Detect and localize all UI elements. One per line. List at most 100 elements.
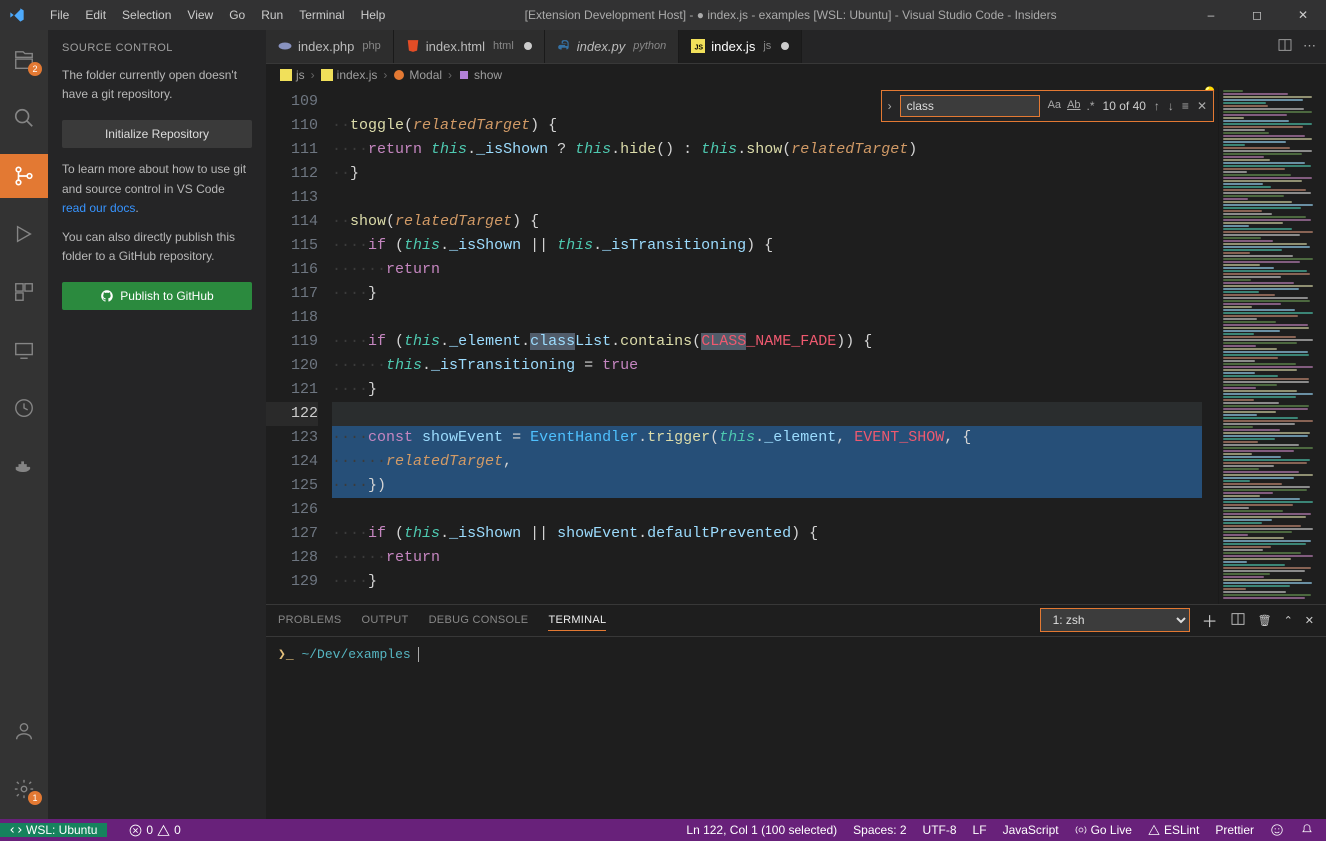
scm-message-no-repo: The folder currently open doesn't have a… — [62, 66, 252, 104]
tab-debug-console[interactable]: DEBUG CONSOLE — [429, 614, 529, 626]
maximize-button[interactable]: ◻ — [1234, 0, 1280, 30]
find-widget: › Aa Ab .* 10 of 40 ↑ ↓ ≡ ✕ — [881, 90, 1214, 122]
status-bar: WSL: Ubuntu 0 0 Ln 122, Col 1 (100 selec… — [0, 819, 1326, 841]
scm-publish-hint: You can also directly publish this folde… — [62, 228, 252, 266]
find-next-icon[interactable]: ↓ — [1168, 99, 1174, 113]
breadcrumbs[interactable]: js › index.js › Modal › show — [266, 64, 1326, 86]
status-eslint[interactable]: ESLint — [1148, 823, 1199, 837]
find-input[interactable] — [900, 95, 1040, 117]
minimize-button[interactable]: – — [1188, 0, 1234, 30]
breadcrumb-item[interactable]: index.js — [321, 68, 378, 82]
regex-icon[interactable]: .* — [1087, 99, 1095, 113]
read-docs-link[interactable]: read our docs — [62, 201, 135, 215]
tab-lang: html — [493, 40, 514, 52]
titlebar: File Edit Selection View Go Run Terminal… — [0, 0, 1326, 30]
tab-label: index.py — [577, 39, 625, 54]
status-prettier[interactable]: Prettier — [1215, 823, 1254, 837]
prompt-symbol: ❯_ — [278, 647, 294, 662]
tab-problems[interactable]: PROBLEMS — [278, 614, 342, 626]
breadcrumb-item[interactable]: Modal — [393, 68, 442, 82]
editor-area: index.phpphp index.htmlhtml index.py pyth… — [266, 30, 1326, 819]
status-cursor[interactable]: Ln 122, Col 1 (100 selected) — [686, 823, 837, 837]
code-editor[interactable]: 1091101111121131141151161171181191201211… — [266, 86, 1326, 604]
more-actions-icon[interactable]: ⋯ — [1303, 38, 1316, 54]
window-title: [Extension Development Host] - ● index.j… — [393, 8, 1188, 22]
vscode-logo-icon — [0, 7, 34, 23]
close-button[interactable]: ✕ — [1280, 0, 1326, 30]
prompt-path: ~/Dev/examples — [301, 647, 410, 662]
menu-view[interactable]: View — [179, 2, 221, 28]
tab-lang: php — [362, 40, 380, 52]
activity-timeline-icon[interactable] — [0, 386, 48, 430]
activity-docker-icon[interactable] — [0, 444, 48, 488]
find-results-count: 10 of 40 — [1103, 99, 1146, 113]
initialize-repo-button[interactable]: Initialize Repository — [62, 120, 252, 148]
chevron-right-icon: › — [383, 68, 387, 82]
html-file-icon — [406, 39, 420, 53]
match-case-icon[interactable]: Aa — [1048, 99, 1061, 113]
status-problems[interactable]: 0 0 — [121, 823, 180, 837]
close-panel-icon[interactable]: ✕ — [1305, 614, 1314, 627]
remote-indicator[interactable]: WSL: Ubuntu — [0, 823, 107, 837]
menu-help[interactable]: Help — [353, 2, 394, 28]
panel-tabs: PROBLEMS OUTPUT DEBUG CONSOLE TERMINAL 1… — [266, 605, 1326, 637]
find-prev-icon[interactable]: ↑ — [1154, 99, 1160, 113]
terminal-body[interactable]: ❯_ ~/Dev/examples — [266, 637, 1326, 819]
menu-file[interactable]: File — [42, 2, 77, 28]
publish-github-button[interactable]: Publish to GitHub — [62, 282, 252, 310]
status-golive[interactable]: Go Live — [1075, 823, 1132, 837]
menubar: File Edit Selection View Go Run Terminal… — [42, 2, 393, 28]
activity-scm-icon[interactable] — [0, 154, 48, 198]
editor-tabs: index.phpphp index.htmlhtml index.py pyth… — [266, 30, 1326, 64]
breadcrumb-item[interactable]: show — [458, 68, 502, 82]
activity-search-icon[interactable] — [0, 96, 48, 140]
code-content[interactable]: ··toggle(relatedTarget) {····return this… — [332, 86, 1202, 604]
status-bell-icon[interactable] — [1300, 823, 1314, 837]
menu-run[interactable]: Run — [253, 2, 291, 28]
scm-panel: SOURCE CONTROL The folder currently open… — [48, 30, 266, 819]
tab-index-html[interactable]: index.htmlhtml — [394, 30, 545, 63]
activity-account-icon[interactable] — [0, 709, 48, 753]
maximize-panel-icon[interactable]: ⌃ — [1284, 614, 1293, 627]
find-selection-icon[interactable]: ≡ — [1182, 99, 1189, 113]
match-word-icon[interactable]: Ab — [1067, 99, 1080, 113]
dirty-indicator-icon — [524, 42, 532, 50]
split-terminal-icon[interactable] — [1230, 611, 1246, 630]
tab-lang: js — [763, 40, 771, 52]
status-eol[interactable]: LF — [973, 823, 987, 837]
activity-bar: 2 — [0, 30, 48, 819]
menu-selection[interactable]: Selection — [114, 2, 179, 28]
tab-index-py[interactable]: index.py python — [545, 30, 679, 63]
line-gutter: 1091101111121131141151161171181191201211… — [266, 86, 332, 604]
kill-terminal-icon[interactable]: 🗑 — [1258, 614, 1272, 627]
tab-lang: python — [633, 40, 666, 52]
activity-explorer-icon[interactable]: 2 — [0, 38, 48, 82]
menu-go[interactable]: Go — [221, 2, 253, 28]
activity-remote-icon[interactable] — [0, 328, 48, 372]
find-close-icon[interactable]: ✕ — [1197, 99, 1207, 113]
status-spaces[interactable]: Spaces: 2 — [853, 823, 906, 837]
tab-index-js[interactable]: JS index.jsjs — [679, 30, 802, 63]
js-file-icon: JS — [691, 39, 705, 53]
window-controls: – ◻ ✕ — [1188, 0, 1326, 30]
activity-run-icon[interactable] — [0, 212, 48, 256]
tab-index-php[interactable]: index.phpphp — [266, 30, 394, 63]
scm-learn-more: To learn more about how to use git and s… — [62, 160, 252, 218]
breadcrumb-item[interactable]: js — [280, 68, 305, 82]
tab-terminal[interactable]: TERMINAL — [548, 614, 606, 631]
activity-extensions-icon[interactable] — [0, 270, 48, 314]
status-language[interactable]: JavaScript — [1003, 823, 1059, 837]
activity-gear-icon[interactable]: 1 — [0, 767, 48, 811]
split-editor-icon[interactable] — [1277, 37, 1293, 56]
menu-terminal[interactable]: Terminal — [291, 2, 352, 28]
terminal-shell-select[interactable]: 1: zsh — [1040, 608, 1190, 632]
status-feedback-icon[interactable] — [1270, 823, 1284, 837]
menu-edit[interactable]: Edit — [77, 2, 114, 28]
status-encoding[interactable]: UTF-8 — [923, 823, 957, 837]
expand-find-icon[interactable]: › — [888, 99, 892, 113]
lightbulb-icon[interactable]: 💡 — [1202, 86, 1218, 604]
tab-output[interactable]: OUTPUT — [362, 614, 409, 626]
minimap[interactable] — [1218, 86, 1326, 604]
new-terminal-icon[interactable]: ＋ — [1202, 608, 1218, 632]
chevron-right-icon: › — [311, 68, 315, 82]
